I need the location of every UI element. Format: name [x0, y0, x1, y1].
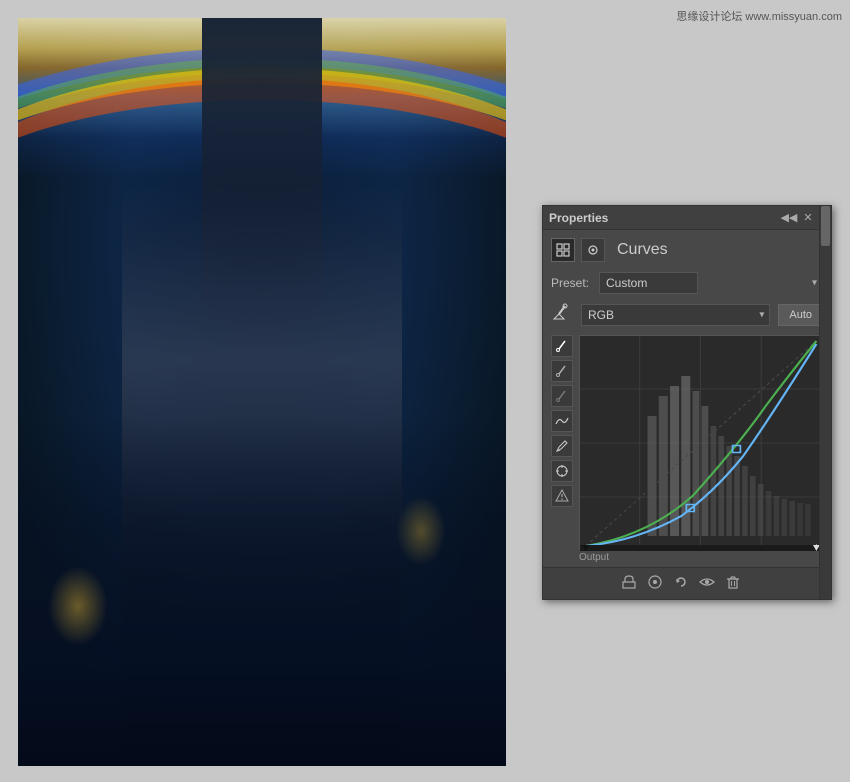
curve-canvas[interactable] — [579, 335, 823, 550]
preset-arrow-icon: ▾ — [812, 278, 817, 289]
panel-scrollbar[interactable] — [819, 206, 831, 599]
curves-svg — [580, 336, 822, 551]
panel-bottom-toolbar — [543, 567, 819, 599]
eyedropper-white-tool[interactable] — [551, 335, 573, 357]
channel-select[interactable]: RGB Red Green Blue — [581, 304, 770, 326]
curve-adjust-tool[interactable] — [551, 410, 573, 432]
preset-label: Preset: — [551, 276, 591, 290]
eyedropper-gray-tool[interactable] — [551, 385, 573, 407]
output-label: Output — [579, 552, 609, 563]
eye-circle-icon — [647, 574, 663, 590]
tools-column — [551, 335, 573, 550]
eyedropper-icon-wrapper — [551, 302, 573, 327]
reset-button[interactable] — [673, 574, 689, 593]
canvas-area — [18, 18, 506, 766]
curves-label: Curves — [617, 241, 668, 259]
eyedropper-icon — [551, 302, 571, 322]
trash-icon — [725, 574, 741, 590]
io-label-row: Output — [551, 552, 823, 563]
auto-button[interactable]: Auto — [778, 304, 823, 326]
watermark: 思缘设计论坛 www.missyuan.com — [676, 8, 842, 24]
eyedropper-black-icon — [555, 364, 569, 378]
eye-visibility-button[interactable] — [699, 574, 715, 593]
channel-select-wrapper: RGB Red Green Blue ▾ — [581, 304, 770, 326]
panel-collapse-btn[interactable]: ◀◀ — [780, 211, 797, 224]
pencil-tool[interactable] — [551, 435, 573, 457]
street-light-left — [48, 566, 108, 646]
preset-select-wrapper: Custom Default Strong Contrast Lighter D… — [599, 272, 823, 294]
panel-titlebar: Properties ◀◀ ✕ ≡ — [543, 206, 831, 230]
grid-icon-btn[interactable] — [551, 238, 575, 262]
camera-icon — [586, 243, 600, 257]
properties-panel: Properties ◀◀ ✕ ≡ — [542, 205, 832, 600]
camera-icon-btn[interactable] — [581, 238, 605, 262]
street-light-right — [396, 496, 446, 566]
channel-row: RGB Red Green Blue ▾ Auto — [551, 302, 823, 327]
panel-content: Curves Preset: Custom Default Strong Con… — [543, 230, 831, 571]
pencil-icon — [555, 439, 569, 453]
eye-icon — [699, 574, 715, 590]
curve-section — [551, 335, 823, 550]
layer-type-row: Curves — [551, 238, 823, 262]
eyedropper-gray-icon — [555, 389, 569, 403]
preset-row: Preset: Custom Default Strong Contrast L… — [551, 272, 823, 294]
preset-select[interactable]: Custom Default Strong Contrast Lighter D… — [599, 272, 698, 294]
eyedropper-white-icon — [555, 339, 569, 353]
panel-title: Properties — [549, 211, 608, 225]
clip-icon — [621, 574, 637, 590]
panel-close-btn[interactable]: ✕ — [803, 211, 812, 224]
target-adjust-tool[interactable] — [551, 460, 573, 482]
warning-tool[interactable] — [551, 485, 573, 507]
warning-icon — [555, 489, 569, 503]
grid-icon — [556, 243, 570, 257]
photo-composite — [18, 18, 506, 766]
eyedropper-black-tool[interactable] — [551, 360, 573, 382]
visibility-toggle-button[interactable] — [647, 574, 663, 593]
delete-button[interactable] — [725, 574, 741, 593]
scrollbar-thumb[interactable] — [821, 206, 830, 246]
clip-to-layer-button[interactable] — [621, 574, 637, 593]
target-icon — [555, 464, 569, 478]
curve-adjust-icon — [555, 414, 569, 428]
reset-icon — [673, 574, 689, 590]
